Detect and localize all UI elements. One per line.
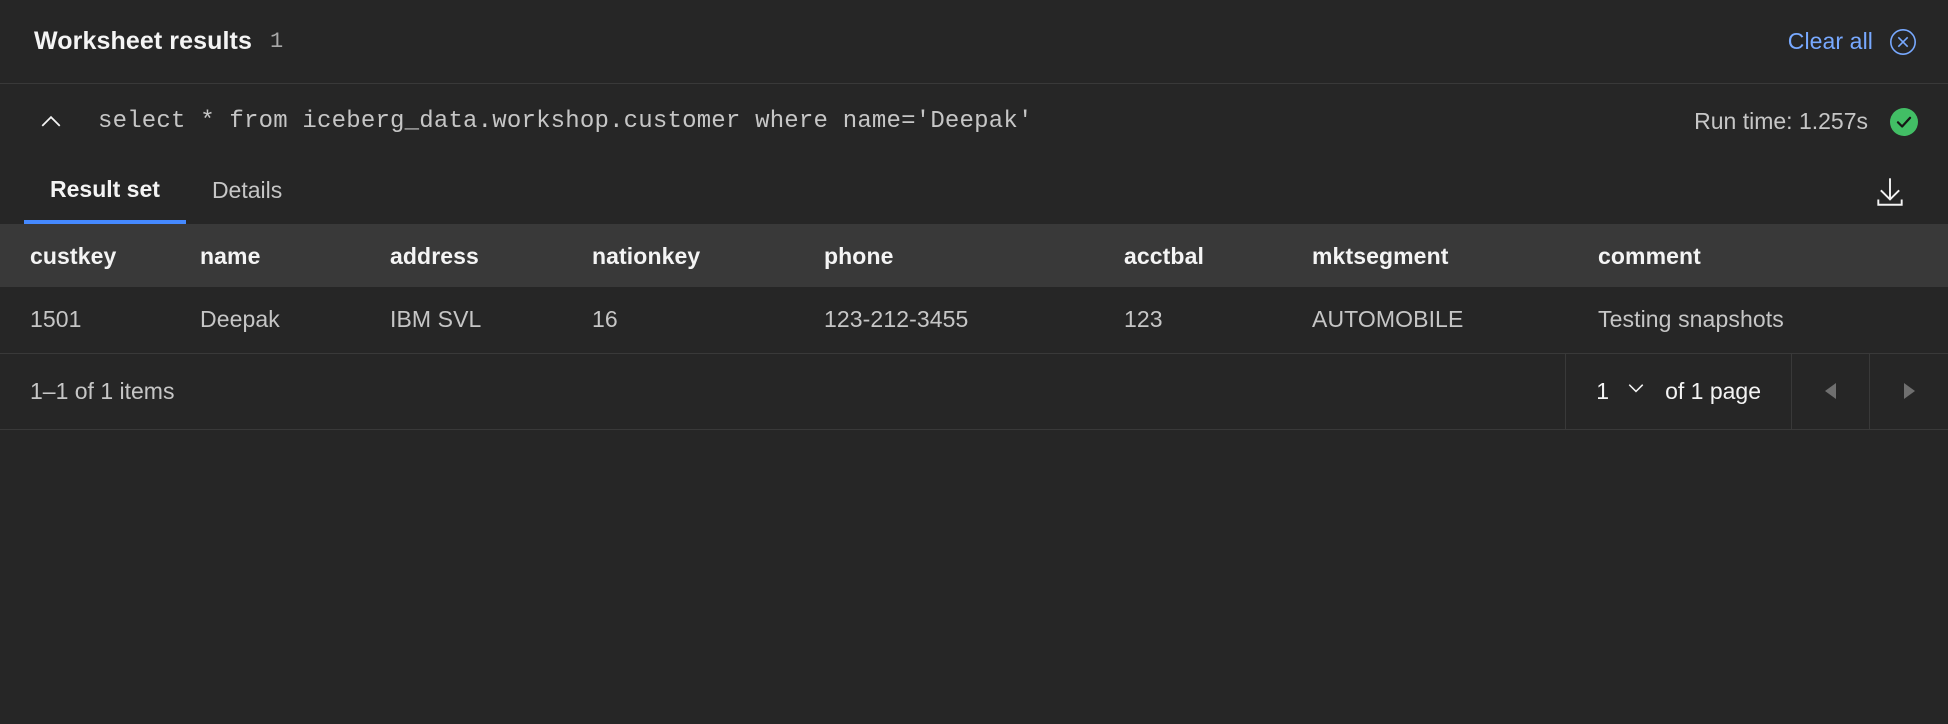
result-table: custkey name address nationkey phone acc… — [0, 225, 1948, 354]
page-number-select[interactable]: 1 — [1596, 377, 1647, 405]
run-time-label: Run time: 1.257s — [1694, 108, 1868, 134]
cell-mktsegment: AUTOMOBILE — [1312, 287, 1598, 354]
tab-details-label: Details — [211, 176, 283, 203]
chevron-down-icon — [1625, 377, 1647, 405]
table-header-row: custkey name address nationkey phone acc… — [0, 225, 1948, 287]
close-circle-icon — [1888, 27, 1918, 57]
cell-name: Deepak — [200, 287, 390, 354]
column-header-nationkey[interactable]: nationkey — [592, 225, 824, 287]
checkmark-filled-icon — [1890, 107, 1918, 136]
download-icon — [1873, 175, 1907, 209]
clear-all-button[interactable]: Clear all — [1788, 27, 1918, 57]
pagination-previous-button[interactable] — [1792, 353, 1870, 429]
column-header-phone[interactable]: phone — [824, 225, 1124, 287]
cell-comment: Testing snapshots — [1598, 287, 1948, 354]
tab-result-set-label: Result set — [50, 176, 160, 202]
column-header-acctbal[interactable]: acctbal — [1124, 225, 1312, 287]
column-header-address[interactable]: address — [390, 225, 592, 287]
worksheet-results-panel: Worksheet results 1 Clear all select * f… — [0, 0, 1948, 724]
panel-header: Worksheet results 1 Clear all — [0, 0, 1948, 84]
column-header-custkey[interactable]: custkey — [0, 225, 200, 287]
pagination-items-range: 1–1 of 1 items — [0, 353, 1567, 429]
clear-all-label: Clear all — [1787, 28, 1873, 54]
tabs-spacer — [308, 159, 1854, 224]
page-title: Worksheet results — [34, 27, 252, 55]
download-button[interactable] — [1854, 159, 1926, 224]
query-row: select * from iceberg_data.workshop.cust… — [0, 84, 1948, 159]
table-body: 1501 Deepak IBM SVL 16 123-212-3455 123 … — [0, 287, 1948, 354]
cell-address: IBM SVL — [390, 287, 592, 354]
pagination-page-group: 1 of 1 page — [1566, 353, 1792, 429]
cell-phone: 123-212-3455 — [824, 287, 1124, 354]
column-header-name[interactable]: name — [200, 225, 390, 287]
pagination-bar: 1–1 of 1 items 1 of 1 page — [0, 353, 1948, 430]
table-row[interactable]: 1501 Deepak IBM SVL 16 123-212-3455 123 … — [0, 287, 1948, 354]
sql-query-text: select * from iceberg_data.workshop.cust… — [98, 108, 1033, 135]
cell-acctbal: 123 — [1124, 287, 1312, 354]
cell-custkey: 1501 — [0, 287, 200, 354]
column-header-mktsegment[interactable]: mktsegment — [1312, 225, 1598, 287]
cell-nationkey: 16 — [592, 287, 824, 354]
table-head: custkey name address nationkey phone acc… — [0, 225, 1948, 287]
chevron-up-icon[interactable] — [34, 105, 68, 139]
results-count-badge: 1 — [269, 29, 284, 54]
column-header-comment[interactable]: comment — [1598, 225, 1948, 287]
pagination-items-range-label: 1–1 of 1 items — [30, 377, 175, 404]
caret-left-icon — [1821, 380, 1841, 402]
page-number-value: 1 — [1596, 377, 1610, 404]
caret-right-icon — [1899, 380, 1919, 402]
result-table-wrapper: custkey name address nationkey phone acc… — [0, 225, 1948, 354]
empty-content-area — [0, 429, 1948, 724]
tab-result-set[interactable]: Result set — [24, 159, 186, 224]
pagination-total-pages-label: of 1 page — [1665, 377, 1761, 404]
pagination-next-button[interactable] — [1870, 354, 1948, 429]
tabs-bar: Result set Details — [0, 159, 1948, 225]
tab-details[interactable]: Details — [186, 159, 308, 224]
run-time-status: Run time: 1.257s — [1694, 107, 1918, 136]
